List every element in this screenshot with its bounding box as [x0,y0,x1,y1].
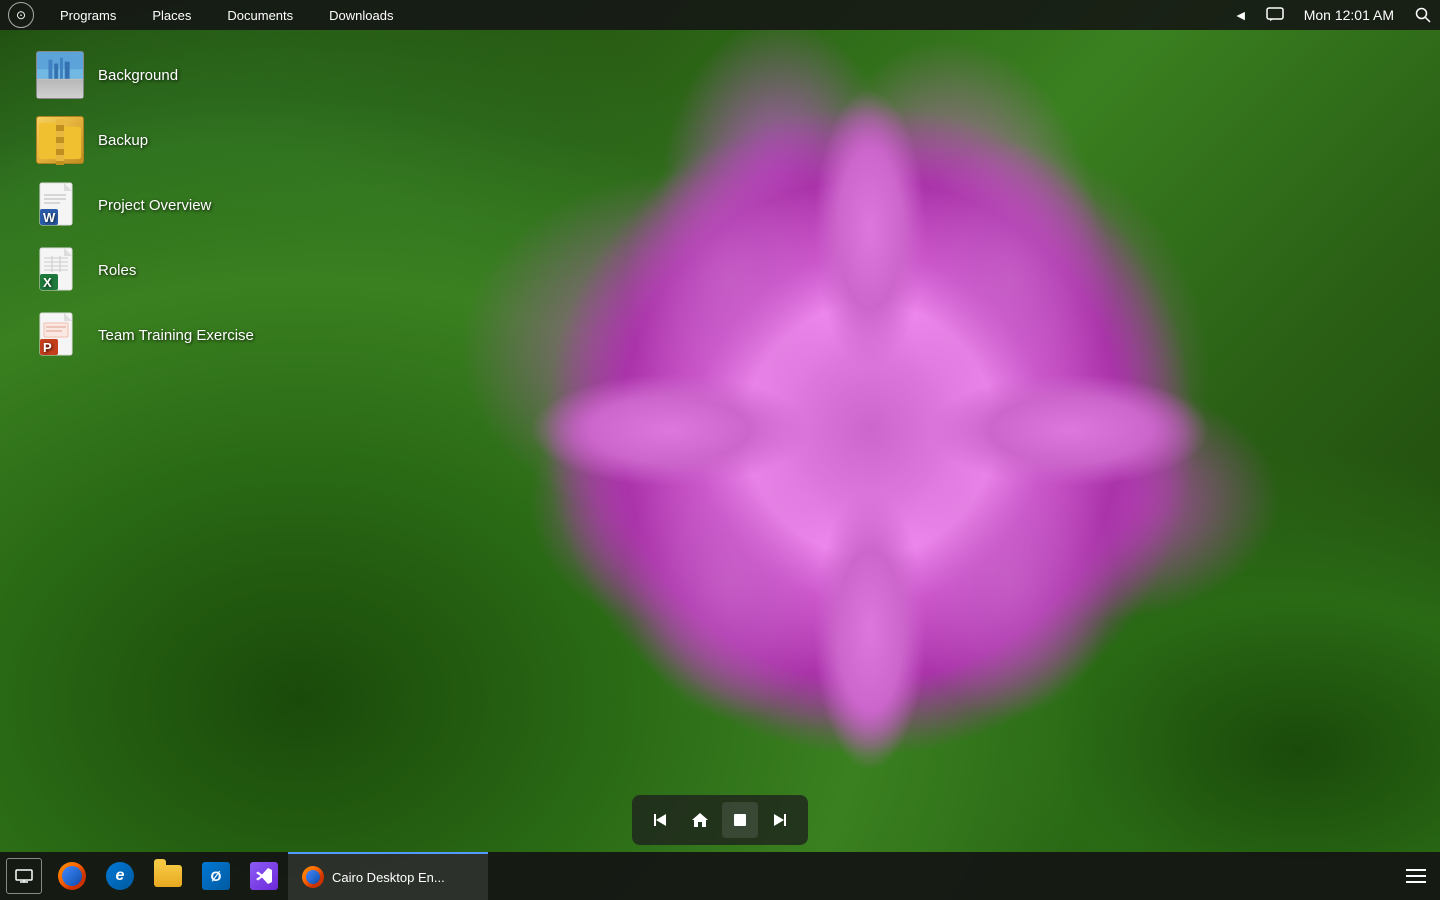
roles-icon-label: Roles [98,262,136,279]
media-next-button[interactable] [762,802,798,838]
desktop-icon-team-training[interactable]: P Team Training Exercise [28,305,262,365]
vscode-app-icon [250,862,278,890]
project-overview-icon-image: W [36,181,84,229]
taskbar-folder-icon[interactable] [144,852,192,900]
desktop-icon-background[interactable]: Background [28,45,262,105]
desktop-icon-backup[interactable]: Backup [28,110,262,170]
desktop-icon-roles[interactable]: X Roles [28,240,262,300]
desktop-icons: Background Backup [28,45,262,365]
roles-icon-image: X [36,246,84,294]
taskbar-vscode-icon[interactable] [240,852,288,900]
background-icon-image [36,51,84,99]
media-controls [632,795,808,845]
menu-item-programs[interactable]: Programs [42,0,134,30]
svg-text:P: P [43,340,52,355]
menubar: ⊙ Programs Places Documents Downloads ◄ … [0,0,1440,30]
search-icon[interactable] [1414,6,1432,24]
file-manager-icon [154,865,182,887]
chat-icon[interactable] [1266,6,1284,24]
active-window-label: Cairo Desktop En... [332,870,445,885]
menu-right: ◄ Mon 12:01 AM [1232,6,1432,24]
show-desktop-icon [6,858,42,894]
media-home-button[interactable] [682,802,718,838]
taskbar-outlook-icon[interactable]: Ø [192,852,240,900]
active-window-icon [302,866,324,888]
outlook-app-icon: Ø [202,862,230,890]
taskbar-show-desktop-button[interactable] [0,852,48,900]
menu-item-places[interactable]: Places [134,0,209,30]
menu-logo[interactable]: ⊙ [8,2,34,28]
taskbar-left: e Ø [0,852,288,900]
taskbar-active-window[interactable]: Cairo Desktop En... [288,852,488,900]
firefox-browser-icon [58,862,86,890]
menu-item-downloads[interactable]: Downloads [311,0,411,30]
taskbar: e Ø Cairo Desktop En... [0,852,1440,900]
taskbar-edge-icon[interactable]: e [96,852,144,900]
media-stop-button[interactable] [722,802,758,838]
menu-item-documents[interactable]: Documents [209,0,311,30]
logo-icon: ⊙ [16,8,26,22]
backup-icon-image [36,116,84,164]
taskbar-firefox-icon[interactable] [48,852,96,900]
menu-items: Programs Places Documents Downloads [42,0,1232,30]
datetime-display: Mon 12:01 AM [1300,6,1398,24]
taskbar-menu-button[interactable] [1392,852,1440,900]
media-prev-button[interactable] [642,802,678,838]
svg-text:X: X [43,275,52,290]
edge-browser-icon: e [106,862,134,890]
project-overview-icon-label: Project Overview [98,197,211,214]
taskbar-right [1392,852,1440,900]
back-arrow-icon[interactable]: ◄ [1232,6,1250,24]
team-training-icon-label: Team Training Exercise [98,327,254,344]
hamburger-icon [1406,869,1426,883]
background-icon-label: Background [98,67,178,84]
desktop-icon-project-overview[interactable]: W Project Overview [28,175,262,235]
svg-text:W: W [43,210,56,225]
team-training-icon-image: P [36,311,84,359]
backup-icon-label: Backup [98,132,148,149]
